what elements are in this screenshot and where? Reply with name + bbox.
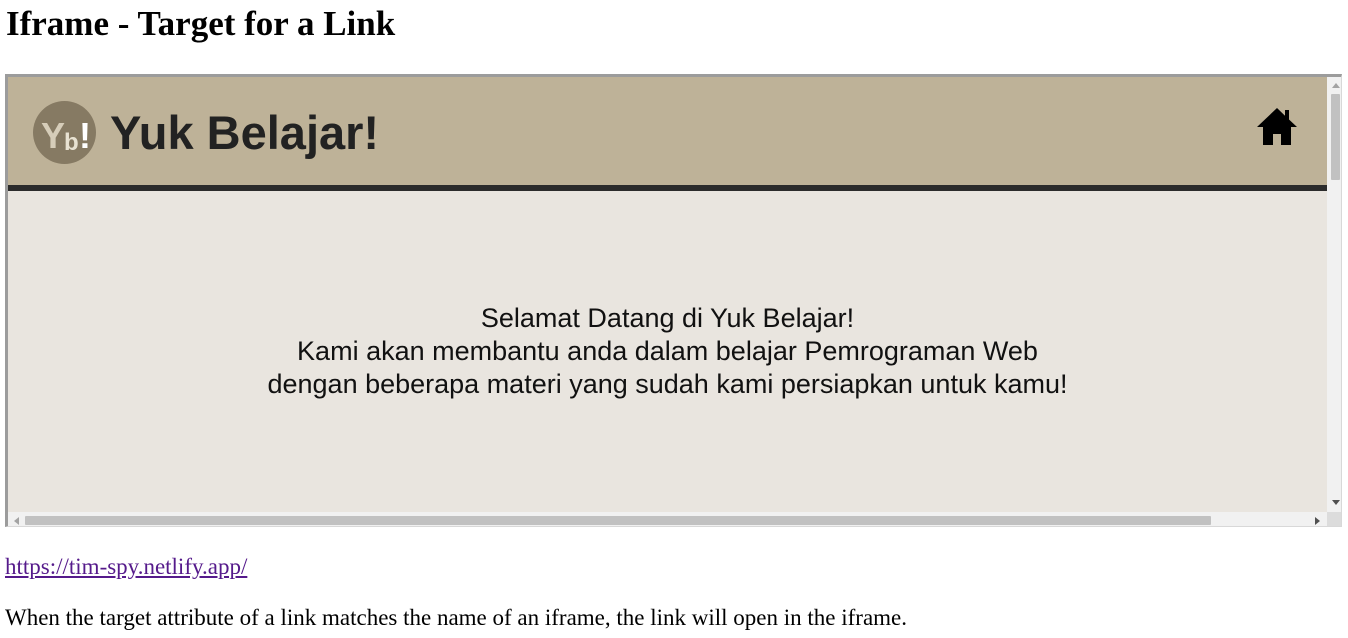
scroll-down-arrow-icon[interactable] <box>1332 500 1340 505</box>
logo-text: Y <box>41 115 65 156</box>
scroll-right-arrow-icon[interactable] <box>1315 517 1320 525</box>
horizontal-scrollbar[interactable] <box>8 512 1327 526</box>
site-header: Y b ! Yuk Belajar! <box>8 77 1327 191</box>
home-icon[interactable] <box>1255 105 1299 149</box>
page-title: Iframe - Target for a Link <box>6 4 396 43</box>
welcome-message: Selamat Datang di Yuk Belajar! Kami akan… <box>8 302 1327 401</box>
iframe-frame[interactable]: Y b ! Yuk Belajar! Selamat Datang di Yuk… <box>5 74 1342 527</box>
welcome-line-1: Selamat Datang di Yuk Belajar! <box>480 303 855 333</box>
svg-text:b: b <box>64 129 79 156</box>
description-text: When the target attribute of a link matc… <box>5 605 908 630</box>
scroll-up-arrow-icon[interactable] <box>1332 83 1340 88</box>
site-title: Yuk Belajar! <box>110 106 380 159</box>
site-logo[interactable]: Y b ! <box>33 101 96 164</box>
iframe-viewport[interactable]: Y b ! Yuk Belajar! Selamat Datang di Yuk… <box>8 77 1327 512</box>
scroll-left-arrow-icon[interactable] <box>14 517 19 525</box>
iframe-target-link[interactable]: https://tim-spy.netlify.app/ <box>5 553 247 581</box>
site-main: Selamat Datang di Yuk Belajar! Kami akan… <box>8 191 1327 512</box>
svg-text:!: ! <box>79 115 91 156</box>
vertical-scroll-thumb[interactable] <box>1331 94 1340 180</box>
welcome-line-3: dengan beberapa materi yang sudah kami p… <box>267 369 1068 399</box>
horizontal-scroll-thumb[interactable] <box>25 516 1211 525</box>
welcome-line-2: Kami akan membantu anda dalam belajar Pe… <box>297 336 1038 366</box>
scroll-corner <box>1327 512 1341 526</box>
vertical-scrollbar[interactable] <box>1327 77 1341 512</box>
